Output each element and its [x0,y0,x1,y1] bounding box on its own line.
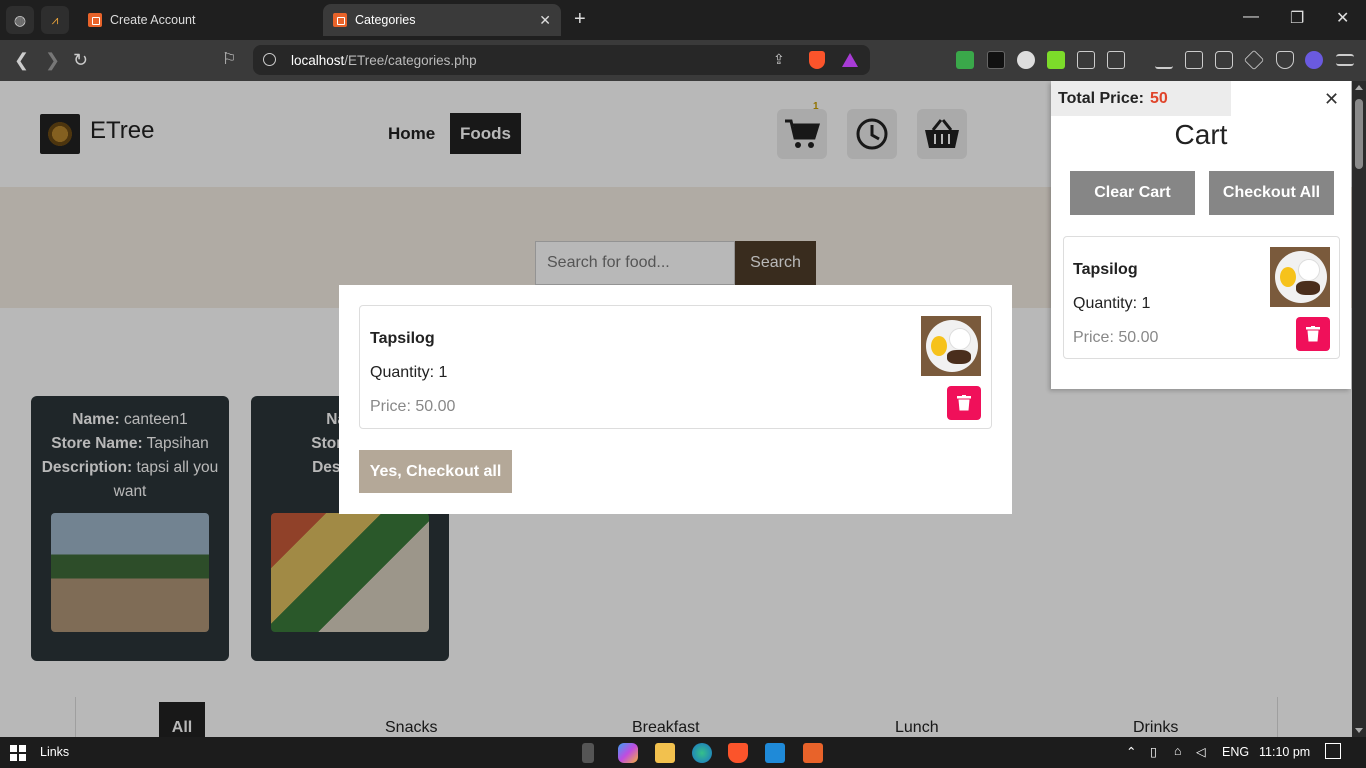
total-price: Total Price: 50 [1051,81,1231,116]
scrollbar-thumb[interactable] [1355,99,1363,169]
tray-chevron-icon[interactable]: ⌃ [1126,744,1136,759]
pinned-tab-icon[interactable]: ⩘ [41,6,69,34]
brave-rewards-icon[interactable] [842,53,858,67]
modal-cart-item: Tapsilog Quantity: 1 Price: 50.00 [359,305,992,429]
scroll-down-icon[interactable] [1355,728,1363,733]
tab-title: Categories [355,13,416,27]
item-price: Price: 50.00 [370,398,456,415]
reader-mode-icon[interactable] [1107,51,1125,69]
cart-item: Tapsilog Quantity: 1 Price: 50.00 [1063,236,1340,359]
site-info-icon[interactable] [263,53,276,66]
taskbar-links-label[interactable]: Links [40,745,69,759]
file-explorer-icon[interactable] [655,743,675,763]
page-scrollbar[interactable] [1352,81,1366,737]
url-text: localhost/ETree/categories.php [291,53,477,68]
restore-icon[interactable]: ❐ [1290,8,1304,28]
total-price-label: Total Price: [1058,90,1144,107]
close-cart-icon[interactable]: ✕ [1324,89,1339,110]
volume-icon[interactable]: ◁ [1196,744,1206,759]
copilot-icon[interactable] [618,743,638,763]
extension-wave-icon[interactable] [1017,51,1035,69]
xampp-taskbar-icon[interactable] [803,743,823,763]
wallet-icon[interactable] [1215,51,1233,69]
tab-title: Create Account [110,13,196,27]
xampp-icon [88,13,102,27]
close-tab-icon[interactable]: ✕ [539,12,551,29]
language-indicator[interactable]: ENG [1222,745,1249,759]
item-quantity: Quantity: 1 [1073,295,1151,312]
download-icon[interactable] [1155,51,1173,69]
item-quantity: Quantity: 1 [370,364,448,381]
tab-categories[interactable]: Categories ✕ [323,4,561,36]
edge-icon[interactable] [692,743,712,763]
confirm-checkout-button[interactable]: Yes, Checkout all [359,450,512,493]
reload-icon[interactable]: ↻ [73,49,88,71]
item-name: Tapsilog [370,330,435,347]
tapsilog-image [921,316,981,376]
network-icon[interactable]: ⌂ [1174,744,1182,758]
windows-start-icon[interactable] [10,745,26,761]
remove-item-button[interactable] [1296,317,1330,351]
globe-icon[interactable]: ◍ [6,6,34,34]
forward-icon[interactable]: ❯ [45,49,60,71]
extension-chart-icon[interactable] [956,51,974,69]
item-price: Price: 50.00 [1073,329,1159,346]
scroll-up-icon[interactable] [1355,85,1363,90]
menu-icon[interactable] [1336,54,1354,66]
share-icon[interactable]: ⇪ [773,51,785,68]
trash-icon [957,395,971,411]
new-tab-button[interactable]: + [574,8,586,30]
windows-taskbar: Links ⌃ ▯ ⌂ ◁ ENG 11:10 pm [0,737,1366,768]
checkout-all-button[interactable]: Checkout All [1209,171,1334,215]
trash-icon [1306,326,1320,342]
notifications-icon[interactable] [1325,743,1341,759]
cart-title: Cart [1174,119,1228,150]
xampp-icon [333,13,347,27]
brave-shields-icon[interactable] [809,51,825,69]
vscode-icon[interactable] [765,743,785,763]
close-window-icon[interactable]: ✕ [1336,8,1349,28]
cart-panel: Total Price: 50 ✕ Cart Clear Cart Checkou… [1051,81,1351,389]
extension-dice-icon[interactable] [1047,51,1065,69]
address-bar[interactable]: localhost/ETree/categories.php ⇪ [253,45,870,75]
taskbar-app-icon[interactable] [582,743,594,763]
clear-cart-button[interactable]: Clear Cart [1070,171,1195,215]
back-icon[interactable]: ❮ [14,49,29,71]
vpn-shield-icon[interactable] [1276,51,1294,69]
total-price-value: 50 [1149,90,1168,107]
tray-device-icon[interactable]: ▯ [1150,744,1157,759]
bookmark-icon[interactable]: ⚐ [222,49,236,71]
minimize-icon[interactable]: — [1243,8,1259,26]
extension-terminal-icon[interactable] [987,51,1005,69]
clock[interactable]: 11:10 pm [1259,745,1310,759]
item-name: Tapsilog [1073,261,1138,278]
extensions-puzzle-icon[interactable] [1077,51,1095,69]
extension-stack-icon[interactable] [1305,51,1323,69]
browser-tab-bar: ◍ ⩘ Create Account Categories ✕ + — ❐ ✕ [0,0,1366,40]
checkout-confirm-modal: Tapsilog Quantity: 1 Price: 50.00 Yes, C… [339,285,1012,514]
tapsilog-image [1270,247,1330,307]
sidebar-icon[interactable] [1185,51,1203,69]
web-page: ETree Home Foods 1 Search for food... Se… [0,81,1352,737]
remove-item-button[interactable] [947,386,981,420]
brave-browser-icon[interactable] [728,743,748,763]
tab-create-account[interactable]: Create Account [78,4,316,36]
